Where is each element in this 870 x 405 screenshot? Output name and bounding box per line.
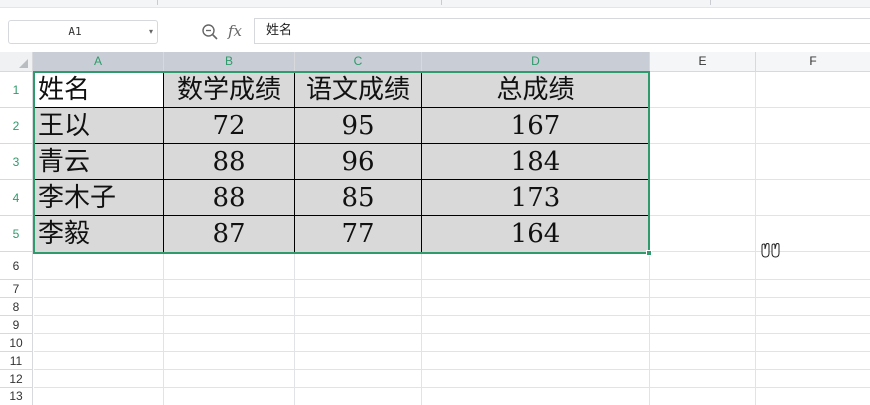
- table-cell[interactable]: 77: [295, 216, 421, 252]
- column-header-d[interactable]: D: [422, 52, 650, 72]
- gridline: [649, 252, 650, 405]
- column-header-a[interactable]: A: [33, 52, 164, 72]
- gridline: [755, 72, 756, 405]
- function-icon[interactable]: fx: [228, 21, 242, 41]
- table-header-cell[interactable]: 语文成绩: [295, 72, 421, 108]
- select-all-icon: [19, 59, 28, 68]
- table-cell[interactable]: 李毅: [34, 216, 163, 252]
- row-header-11[interactable]: 11: [0, 352, 33, 370]
- table-cell[interactable]: 88: [164, 144, 294, 180]
- gridline: [34, 279, 870, 280]
- chevron-down-icon[interactable]: ▾: [149, 25, 153, 39]
- row-header-7[interactable]: 7: [0, 280, 33, 298]
- table-cell[interactable]: 96: [295, 144, 421, 180]
- row-header-9[interactable]: 9: [0, 316, 33, 334]
- gridline: [650, 107, 870, 108]
- column-header-b[interactable]: B: [164, 52, 295, 72]
- table-cell[interactable]: 164: [422, 216, 649, 252]
- table-cell[interactable]: 184: [422, 144, 649, 180]
- zoom-in-icon[interactable]: [201, 23, 219, 41]
- table-cell[interactable]: 87: [164, 216, 294, 252]
- table-cell[interactable]: 72: [164, 108, 294, 144]
- spreadsheet-grid[interactable]: A B C D E F 1 2 3 4 5 6 7 8 9 10 11 12 1…: [0, 52, 870, 405]
- row-header-12[interactable]: 12: [0, 370, 33, 388]
- gridline: [421, 252, 422, 405]
- gridline: [34, 297, 870, 298]
- row-header-6[interactable]: 6: [0, 252, 33, 280]
- table-cell[interactable]: 88: [164, 180, 294, 216]
- gridline: [163, 252, 164, 405]
- table-header-cell[interactable]: 总成绩: [422, 72, 649, 108]
- table-cell[interactable]: 173: [422, 180, 649, 216]
- gridline: [34, 351, 870, 352]
- toolbar-strip: [0, 0, 870, 8]
- select-all-corner[interactable]: [0, 52, 33, 72]
- gridline: [34, 369, 870, 370]
- formula-value: 姓名: [266, 23, 293, 38]
- row-header-5[interactable]: 5: [0, 216, 33, 252]
- toolbar-divider: [710, 0, 711, 5]
- row-header-4[interactable]: 4: [0, 180, 33, 216]
- toolbar-divider: [157, 0, 158, 5]
- table-cell[interactable]: 167: [422, 108, 649, 144]
- column-header-c[interactable]: C: [295, 52, 422, 72]
- gridline: [34, 333, 870, 334]
- formula-input[interactable]: 姓名: [254, 18, 870, 44]
- row-header-3[interactable]: 3: [0, 144, 33, 180]
- column-header-f[interactable]: F: [756, 52, 870, 72]
- gridline: [650, 215, 870, 216]
- row-header-2[interactable]: 2: [0, 108, 33, 144]
- fill-handle[interactable]: [646, 250, 652, 256]
- name-box[interactable]: A1 ▾: [8, 20, 158, 44]
- row-header-10[interactable]: 10: [0, 334, 33, 352]
- table-cell[interactable]: 85: [295, 180, 421, 216]
- table-header-cell[interactable]: 姓名: [34, 72, 163, 108]
- column-header-e[interactable]: E: [650, 52, 756, 72]
- gridline: [34, 315, 870, 316]
- row-header-8[interactable]: 8: [0, 298, 33, 316]
- table-cell[interactable]: 95: [295, 108, 421, 144]
- gridline: [294, 252, 295, 405]
- table-cell[interactable]: 青云: [34, 144, 163, 180]
- hand-cursor-icon: [761, 242, 780, 258]
- gridline: [650, 179, 870, 180]
- gridline: [650, 143, 870, 144]
- row-header-1[interactable]: 1: [0, 72, 33, 108]
- formula-bar: A1 ▾ fx 姓名: [0, 8, 870, 52]
- table-cell[interactable]: 李木子: [34, 180, 163, 216]
- table-cell[interactable]: 王以: [34, 108, 163, 144]
- name-box-value: A1: [68, 25, 82, 38]
- gridline: [34, 387, 870, 388]
- toolbar-divider: [441, 0, 442, 5]
- table-header-cell[interactable]: 数学成绩: [164, 72, 294, 108]
- row-header-13[interactable]: 13: [0, 388, 33, 405]
